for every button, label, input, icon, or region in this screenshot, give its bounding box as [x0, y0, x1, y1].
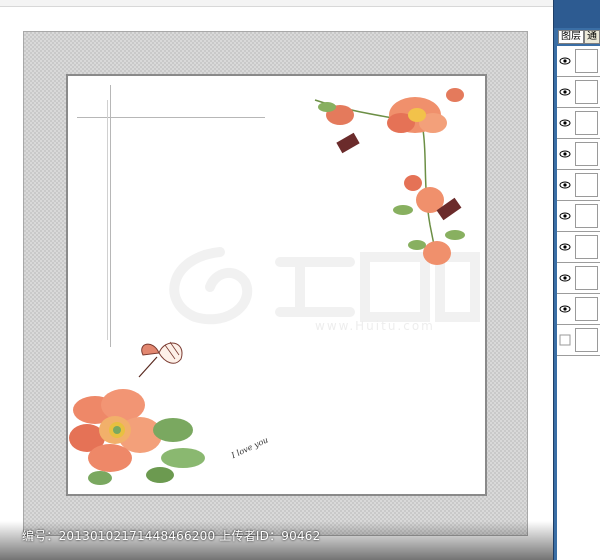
eye-icon[interactable]: [559, 210, 571, 222]
eye-icon[interactable]: [559, 241, 571, 253]
svg-text:www.Huitu.com: www.Huitu.com: [315, 319, 435, 332]
layer-thumbnail[interactable]: [575, 142, 598, 166]
layer-thumbnail[interactable]: [575, 297, 598, 321]
layer-thumbnail[interactable]: [575, 49, 598, 73]
layer-row[interactable]: [557, 46, 600, 77]
flower-bottom-left: [69, 389, 205, 485]
eye-icon[interactable]: [559, 179, 571, 191]
layers-palette: 图层 通: [553, 0, 600, 560]
layer-row[interactable]: [557, 325, 600, 356]
layer-thumbnail[interactable]: [575, 111, 598, 135]
layer-row[interactable]: [557, 232, 600, 263]
layer-row[interactable]: [557, 170, 600, 201]
butterfly-illustration: [138, 341, 183, 378]
watermark-credit-text: 编号：20130102171448466200 上传者ID：90462: [22, 529, 321, 543]
document-canvas[interactable]: www.Huitu.com I love you 编号：201301021714…: [0, 0, 553, 560]
decorative-line-vertical: [110, 85, 111, 347]
layer-list: [557, 46, 600, 560]
layer-row[interactable]: [557, 294, 600, 325]
layer-row[interactable]: [557, 139, 600, 170]
layer-row[interactable]: [557, 263, 600, 294]
tab-layers[interactable]: 图层: [558, 30, 584, 44]
palette-header: [554, 0, 600, 28]
decorative-line-vertical-secondary: [107, 100, 108, 340]
canvas-top-edge: [0, 0, 553, 7]
flower-cluster-top-right: [314, 88, 465, 265]
decorative-line-horizontal: [77, 117, 265, 118]
layer-thumbnail[interactable]: [575, 266, 598, 290]
tab-channels[interactable]: 通: [584, 30, 600, 44]
layer-thumbnail[interactable]: [575, 173, 598, 197]
eye-icon[interactable]: [559, 334, 571, 346]
layer-thumbnail[interactable]: [575, 235, 598, 259]
layer-thumbnail[interactable]: [575, 204, 598, 228]
layer-row[interactable]: [557, 201, 600, 232]
eye-icon[interactable]: [559, 272, 571, 284]
layer-thumbnail[interactable]: [575, 328, 598, 352]
eye-icon[interactable]: [559, 303, 571, 315]
eye-icon[interactable]: [559, 117, 571, 129]
layer-row[interactable]: [557, 108, 600, 139]
eye-icon[interactable]: [559, 148, 571, 160]
eye-icon[interactable]: [559, 55, 571, 67]
eye-icon[interactable]: [559, 86, 571, 98]
layer-thumbnail[interactable]: [575, 80, 598, 104]
layer-row[interactable]: [557, 77, 600, 108]
